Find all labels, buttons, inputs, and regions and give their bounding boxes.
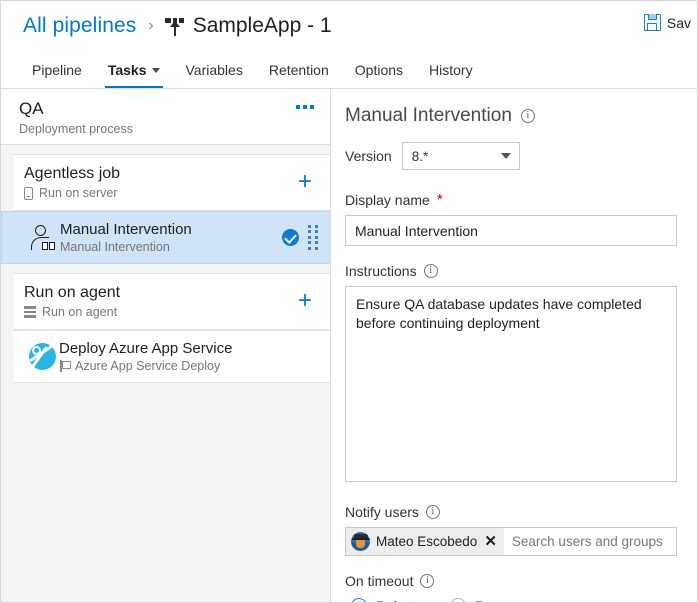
required-marker: *: [436, 191, 443, 208]
task-subtitle-row: Azure App Service Deploy: [59, 359, 324, 373]
avatar: [351, 532, 370, 551]
flag-icon: [59, 360, 71, 372]
details-title-row: Manual Intervention i: [345, 105, 677, 127]
task-icon-container: [25, 342, 59, 370]
search-users-input[interactable]: [503, 528, 676, 555]
page-title: SampleApp - 1: [192, 14, 332, 37]
job-group-title: Run on agent: [24, 284, 121, 301]
tab-history[interactable]: History: [416, 51, 486, 88]
task-drag-handle[interactable]: [308, 225, 319, 250]
instructions-textarea[interactable]: [345, 286, 677, 482]
job-group-run-on-agent[interactable]: Run on agent Run on agent +: [13, 273, 330, 330]
azure-app-service-icon: [28, 342, 56, 370]
version-label: Version: [345, 148, 392, 164]
task-list: Agentless job Run on server + Manual Int…: [1, 145, 330, 602]
user-chip: Mateo Escobedo ✕: [346, 528, 504, 555]
add-task-to-agentless-job-button[interactable]: +: [294, 170, 316, 194]
on-timeout-label-row: On timeout i: [345, 573, 677, 589]
remove-user-chip-button[interactable]: ✕: [484, 534, 497, 549]
version-select-value: 8.*: [411, 148, 429, 164]
tab-options-label: Options: [354, 61, 404, 78]
save-button[interactable]: Sav: [643, 14, 691, 31]
job-group-subtitle: Run on server: [39, 186, 118, 200]
radio-option-resume[interactable]: Resume: [449, 598, 527, 602]
on-timeout-radio-group: Reject Resume: [345, 598, 677, 602]
notify-users-label-row: Notify users i: [345, 504, 677, 520]
tab-options[interactable]: Options: [342, 51, 416, 88]
info-icon[interactable]: i: [425, 505, 440, 519]
tab-tasks-label: Tasks: [107, 61, 147, 78]
chevron-down-icon: [500, 153, 511, 159]
tab-pipeline[interactable]: Pipeline: [19, 51, 95, 88]
instructions-label-row: Instructions i: [345, 263, 677, 279]
breadcrumb-separator: ›: [148, 17, 154, 34]
manual-intervention-icon: [30, 224, 56, 250]
tab-retention-label: Retention: [268, 61, 329, 78]
notify-users-field-block: Notify users i Mateo Escobedo ✕: [345, 504, 677, 556]
info-icon[interactable]: i: [420, 574, 435, 588]
breadcrumb: All pipelines › SampleApp - 1 Sav: [1, 1, 697, 51]
save-button-label: Sav: [666, 14, 691, 31]
save-floppy-icon: [643, 14, 661, 31]
on-timeout-label: On timeout: [345, 573, 414, 589]
task-subtitle-row: Manual Intervention: [60, 240, 282, 254]
task-subtitle: Manual Intervention: [60, 240, 170, 254]
version-row: Version 8.*: [345, 142, 677, 170]
job-group-title: Agentless job: [24, 165, 121, 182]
job-group-subtitle-row: Run on agent: [24, 305, 120, 319]
breadcrumb-all-pipelines-link[interactable]: All pipelines: [23, 14, 136, 38]
display-name-label-row: Display name *: [345, 192, 677, 208]
process-title: QA: [19, 99, 44, 118]
server-icon: [24, 186, 33, 200]
user-chip-name: Mateo Escobedo: [376, 534, 478, 549]
process-subtitle: Deployment process: [19, 122, 133, 136]
task-row-manual-intervention[interactable]: Manual Intervention Manual Intervention: [1, 211, 330, 264]
task-details-pane: Manual Intervention i Version 8.* Displa…: [331, 89, 697, 602]
add-task-to-agent-job-button[interactable]: +: [294, 289, 316, 313]
radio-dot-icon: [449, 598, 466, 602]
instructions-field-block: Instructions i: [345, 263, 677, 487]
task-enabled-check-icon[interactable]: [282, 228, 299, 246]
version-select[interactable]: 8.*: [401, 142, 520, 170]
job-group-agentless-job[interactable]: Agentless job Run on server +: [13, 154, 330, 211]
details-title: Manual Intervention: [345, 105, 512, 126]
tab-pipeline-label: Pipeline: [32, 61, 82, 78]
process-more-menu-button[interactable]: [292, 99, 318, 115]
job-group-subtitle: Run on agent: [42, 305, 118, 319]
tab-retention[interactable]: Retention: [256, 51, 342, 88]
display-name-field-block: Display name *: [345, 192, 677, 246]
radio-option-reject-label: Reject: [376, 598, 416, 602]
tab-history-label: History: [429, 61, 473, 78]
deployment-process-header[interactable]: QA Deployment process: [1, 89, 330, 145]
editor-body: QA Deployment process Agentless job Run …: [1, 89, 697, 602]
display-name-label: Display name: [345, 192, 430, 208]
task-title: Manual Intervention: [60, 221, 192, 238]
task-subtitle: Azure App Service Deploy: [75, 359, 221, 373]
tab-tasks[interactable]: Tasks: [95, 51, 173, 88]
notify-users-input-container[interactable]: Mateo Escobedo ✕: [345, 527, 677, 556]
info-icon[interactable]: i: [423, 264, 438, 278]
tab-variables[interactable]: Variables: [173, 51, 256, 88]
task-icon-container: [26, 224, 60, 250]
chevron-down-icon: [151, 68, 160, 73]
info-icon[interactable]: i: [520, 109, 535, 123]
radio-option-resume-label: Resume: [475, 598, 527, 602]
release-pipeline-icon: [164, 16, 185, 37]
notify-users-label: Notify users: [345, 504, 419, 520]
radio-option-reject[interactable]: Reject: [351, 598, 416, 602]
tab-bar: Pipeline Tasks Variables Retention Optio…: [1, 51, 697, 89]
azure-devops-release-editor: All pipelines › SampleApp - 1 Sav Pipeli…: [0, 0, 698, 603]
task-list-pane: QA Deployment process Agentless job Run …: [1, 89, 331, 602]
task-row-deploy-azure-app-service[interactable]: Deploy Azure App Service Azure App Servi…: [13, 330, 330, 383]
agent-rack-icon: [24, 306, 36, 318]
on-timeout-field-block: On timeout i Reject Resume: [345, 573, 677, 602]
display-name-input[interactable]: [345, 215, 677, 246]
radio-dot-icon: [351, 598, 367, 602]
instructions-label: Instructions: [345, 263, 417, 279]
job-group-subtitle-row: Run on server: [24, 186, 120, 200]
task-title: Deploy Azure App Service: [59, 340, 233, 357]
tab-variables-label: Variables: [185, 61, 243, 78]
